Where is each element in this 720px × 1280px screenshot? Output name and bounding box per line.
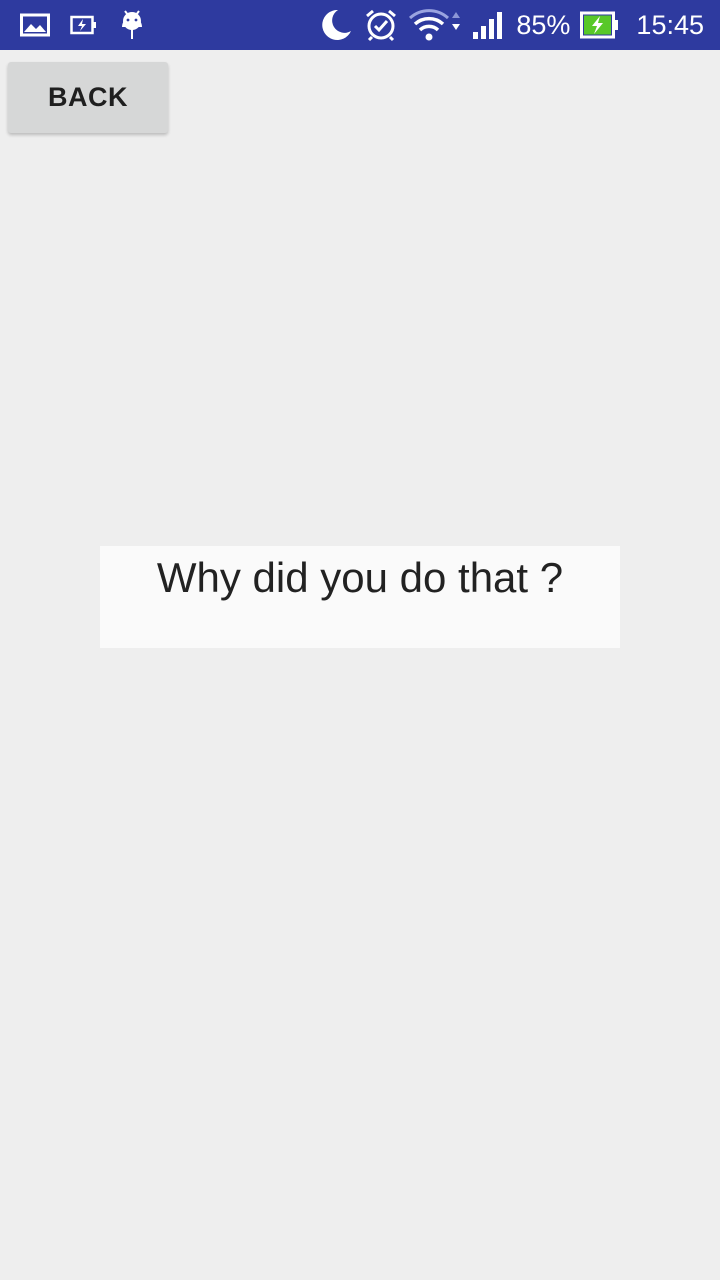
battery-saver-icon	[70, 14, 98, 36]
status-bar-left	[20, 0, 144, 50]
message-text: Why did you do that ?	[156, 554, 564, 601]
gallery-icon	[20, 13, 50, 37]
moon-icon	[318, 7, 354, 43]
battery-percent: 85%	[516, 9, 571, 40]
android-debug-icon	[120, 9, 144, 41]
status-bar: 85% 15:45	[0, 0, 720, 50]
battery-charging-icon	[580, 10, 620, 40]
clock: 15:45	[636, 9, 704, 40]
status-bar-right: 85% 15:45	[318, 0, 704, 50]
alarm-icon	[364, 8, 398, 42]
wifi-icon	[408, 8, 461, 42]
back-button[interactable]: BACK	[8, 62, 168, 133]
signal-icon	[472, 10, 506, 40]
message-card: Why did you do that ?	[100, 546, 620, 648]
